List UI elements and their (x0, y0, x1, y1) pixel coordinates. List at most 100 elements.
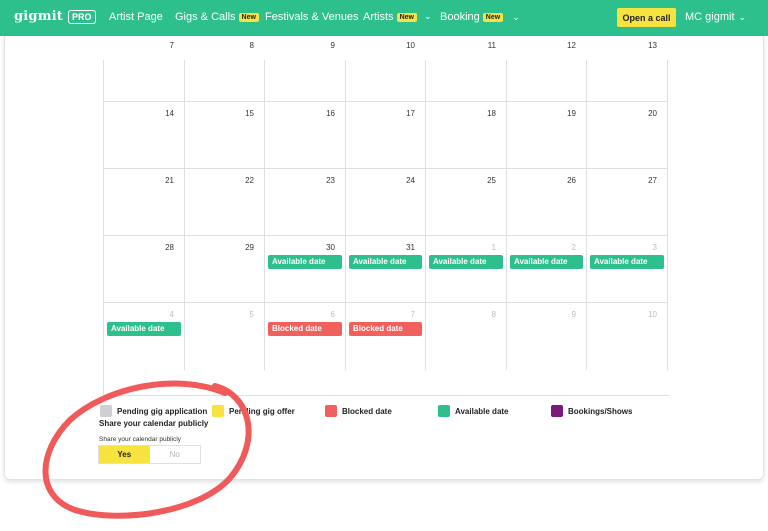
day-number: 3 (652, 243, 657, 252)
calendar-day-cell[interactable]: 7 Blocked date (346, 302, 426, 370)
day-number: 12 (567, 41, 576, 50)
share-calendar-subtitle: Share your calendar publicly (99, 436, 182, 443)
available-date-event[interactable]: Available date (349, 255, 422, 269)
legend-pending-application: Pending gig application (100, 405, 207, 417)
day-number: 22 (245, 176, 254, 185)
nav-gigs-calls[interactable]: Gigs & Calls New (175, 11, 259, 23)
calendar-day-cell[interactable]: 30 Available date (265, 235, 346, 302)
calendar-day-cell[interactable]: 5 (185, 302, 265, 370)
calendar-day-cell[interactable]: 14 (104, 101, 185, 168)
calendar-day-cell[interactable]: 20 (587, 101, 668, 168)
legend-label: Pending gig application (117, 406, 208, 416)
calendar-day-cell[interactable]: 6 Blocked date (265, 302, 346, 370)
available-date-event[interactable]: Available date (107, 322, 181, 336)
day-number: 14 (165, 109, 174, 118)
nav-label: Booking (440, 11, 480, 23)
legend-blocked: Blocked date (325, 405, 392, 417)
legend-pending-offer: Pending gig offer (212, 405, 295, 417)
calendar-day-cell[interactable]: 15 (185, 101, 265, 168)
legend-label: Pending gig offer (229, 406, 295, 416)
share-yes-button[interactable]: Yes (99, 446, 150, 463)
calendar-day-cell[interactable]: 2 Available date (507, 235, 587, 302)
day-number: 4 (169, 310, 174, 319)
day-number: 9 (571, 310, 576, 319)
calendar-day-cell[interactable]: 7 (104, 41, 185, 101)
open-a-call-button[interactable]: Open a call (617, 8, 676, 27)
calendar-day-cell[interactable]: 18 (426, 101, 507, 168)
blocked-date-event[interactable]: Blocked date (268, 322, 342, 336)
day-number: 20 (648, 109, 657, 118)
legend-available: Available date (438, 405, 509, 417)
calendar-day-cell[interactable]: 29 (185, 235, 265, 302)
calendar-day-cell[interactable]: 22 (185, 168, 265, 235)
available-date-event[interactable]: Available date (429, 255, 503, 269)
calendar-grid: 7 8 9 10 11 12 13 14 15 16 17 18 19 20 21 22 23 24 25 26 27 2… (103, 41, 669, 396)
day-number: 25 (487, 176, 496, 185)
legend-swatch (100, 405, 112, 417)
day-number: 1 (491, 243, 496, 252)
top-navigation-bar: gigmit PRO Artist Page Gigs & Calls New … (0, 0, 768, 36)
day-number: 16 (326, 109, 335, 118)
calendar-day-cell[interactable]: 28 (104, 235, 185, 302)
calendar-day-cell[interactable]: 4 Available date (104, 302, 185, 370)
blocked-date-event[interactable]: Blocked date (349, 322, 422, 336)
calendar-day-cell[interactable]: 10 (346, 41, 426, 101)
legend-bookings: Bookings/Shows (551, 405, 632, 417)
new-badge: New (396, 12, 417, 22)
calendar-day-cell[interactable]: 23 (265, 168, 346, 235)
legend-swatch (438, 405, 450, 417)
legend-label: Available date (455, 406, 509, 416)
calendar-day-cell[interactable]: 3 Available date (587, 235, 668, 302)
user-menu[interactable]: MC gigmit ⌄ (685, 11, 746, 23)
calendar-day-cell[interactable]: 9 (507, 302, 587, 370)
calendar-day-cell[interactable]: 21 (104, 168, 185, 235)
day-number: 18 (487, 109, 496, 118)
day-number: 28 (165, 243, 174, 252)
calendar-day-cell[interactable]: 8 (185, 41, 265, 101)
day-number: 2 (571, 243, 576, 252)
legend-swatch (551, 405, 563, 417)
share-no-button[interactable]: No (149, 446, 200, 463)
day-number: 7 (169, 41, 174, 50)
calendar-day-cell[interactable]: 13 (587, 41, 668, 101)
day-number: 17 (406, 109, 415, 118)
nav-artist-page[interactable]: Artist Page (109, 11, 163, 23)
calendar-day-cell[interactable]: 1 Available date (426, 235, 507, 302)
available-date-event[interactable]: Available date (590, 255, 664, 269)
calendar-day-cell[interactable]: 11 (426, 41, 507, 101)
nav-artists[interactable]: Artists New (363, 11, 417, 23)
calendar-day-cell[interactable]: 31 Available date (346, 235, 426, 302)
gigmit-logo[interactable]: gigmit PRO (14, 9, 96, 24)
calendar-day-cell[interactable]: 8 (426, 302, 507, 370)
calendar-day-cell[interactable]: 26 (507, 168, 587, 235)
legend-label: Blocked date (342, 406, 392, 416)
nav-label: Festivals & Venues (265, 11, 359, 23)
calendar-day-cell[interactable]: 12 (507, 41, 587, 101)
day-number: 10 (648, 310, 657, 319)
calendar-day-cell[interactable]: 17 (346, 101, 426, 168)
calendar-day-cell[interactable]: 27 (587, 168, 668, 235)
nav-label: Gigs & Calls (175, 11, 236, 23)
nav-label: Artists (363, 11, 394, 23)
nav-dropdown-toggle[interactable]: ⌄ (424, 11, 432, 22)
share-calendar-toggle: Yes No (98, 445, 201, 464)
new-badge: New (482, 12, 504, 22)
chevron-down-icon: ⌄ (738, 11, 747, 22)
day-number: 5 (249, 310, 254, 319)
legend-swatch (212, 405, 224, 417)
calendar-day-cell[interactable]: 19 (507, 101, 587, 168)
calendar-day-cell[interactable]: 24 (346, 168, 426, 235)
nav-festivals-venues[interactable]: Festivals & Venues (265, 11, 359, 23)
calendar-day-cell[interactable]: 10 (587, 302, 668, 370)
day-number: 7 (410, 310, 415, 319)
available-date-event[interactable]: Available date (268, 255, 342, 269)
day-number: 29 (245, 243, 254, 252)
day-number: 8 (491, 310, 496, 319)
calendar-day-cell[interactable]: 25 (426, 168, 507, 235)
calendar-day-cell[interactable]: 9 (265, 41, 346, 101)
nav-booking[interactable]: Booking New ⌄ (440, 11, 520, 23)
available-date-event[interactable]: Available date (510, 255, 583, 269)
calendar-day-cell[interactable]: 16 (265, 101, 346, 168)
day-number: 15 (245, 109, 254, 118)
day-number: 30 (326, 243, 335, 252)
